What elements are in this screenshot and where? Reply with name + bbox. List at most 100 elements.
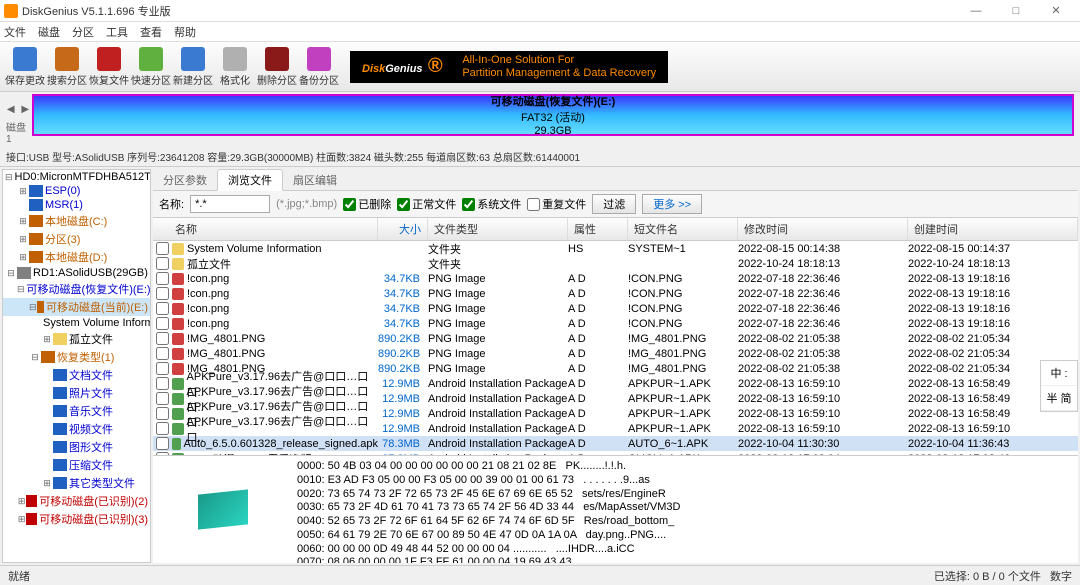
cb-dup[interactable]: 重复文件	[527, 196, 586, 212]
menu-文件[interactable]: 文件	[4, 24, 26, 40]
hex-dump[interactable]: 0000: 50 4B 03 04 00 00 00 00 00 00 21 0…	[293, 456, 1078, 563]
file-row[interactable]: !con.png34.7KBPNG ImageA D!CON.PNG2022-0…	[153, 301, 1078, 316]
menu-查看[interactable]: 查看	[140, 24, 162, 40]
expand-icon[interactable]: ⊟	[5, 172, 13, 183]
file-row[interactable]: !MG_4801.PNG890.2KBPNG ImageA D!MG_4801.…	[153, 331, 1078, 346]
file-checkbox[interactable]	[156, 332, 169, 345]
file-checkbox[interactable]	[156, 422, 169, 435]
file-checkbox[interactable]	[156, 287, 169, 300]
file-row[interactable]: APKPure_v3.17.96去广告@口口…口口..12.9MBAndroid…	[153, 421, 1078, 436]
expand-icon[interactable]: ⊞	[17, 234, 29, 245]
col-mtime[interactable]: 修改时间	[738, 218, 908, 240]
tool-快速分区[interactable]: 快速分区	[130, 44, 172, 90]
tool-删除分区[interactable]: 删除分区	[256, 44, 298, 90]
menu-工具[interactable]: 工具	[106, 24, 128, 40]
cb-system[interactable]: 系统文件	[462, 196, 521, 212]
file-row[interactable]: Auto_6.5.0.601328_release_signed.apk78.3…	[153, 436, 1078, 451]
file-header[interactable]: 名称 大小 文件类型 属性 短文件名 修改时间 创建时间	[153, 218, 1078, 241]
minimize-button[interactable]: —	[956, 0, 996, 22]
ime-btn[interactable]: 半 简	[1041, 386, 1077, 411]
tree-node[interactable]: ⊞本地磁盘(C:)	[3, 212, 150, 230]
tree-node[interactable]: ⊟恢复类型(1)	[3, 348, 150, 366]
tree-node[interactable]: MSR(1)	[3, 198, 150, 212]
col-sname[interactable]: 短文件名	[628, 218, 738, 240]
expand-icon[interactable]: ⊟	[5, 268, 17, 279]
file-row[interactable]: !con.png34.7KBPNG ImageA D!CON.PNG2022-0…	[153, 286, 1078, 301]
nav-arrows-icon[interactable]: ◀ ▶	[7, 104, 31, 115]
tree-node[interactable]: ⊞孤立文件	[3, 330, 150, 348]
tree-node[interactable]: ⊞ESP(0)	[3, 184, 150, 198]
tree-node[interactable]: 图形文件	[3, 438, 150, 456]
tree-node[interactable]: 音乐文件	[3, 402, 150, 420]
cb-deleted[interactable]: 已删除	[343, 196, 391, 212]
tree-node[interactable]: ⊟可移动磁盘(恢复文件)(E:)	[3, 280, 150, 298]
col-ctime[interactable]: 创建时间	[908, 218, 1078, 240]
filter-button[interactable]: 过滤	[592, 194, 636, 214]
file-row[interactable]: !con.png34.7KBPNG ImageA D!CON.PNG2022-0…	[153, 271, 1078, 286]
partition-bar[interactable]: 可移动磁盘(恢复文件)(E:) FAT32 (活动) 29.3GB	[32, 94, 1074, 136]
tree-node[interactable]: 文档文件	[3, 366, 150, 384]
tree-item-icon	[29, 185, 43, 197]
file-checkbox[interactable]	[156, 257, 169, 270]
tree-node[interactable]: ⊟可移动磁盘(当前)(E:)	[3, 298, 150, 316]
menu-帮助[interactable]: 帮助	[174, 24, 196, 40]
file-checkbox[interactable]	[156, 272, 169, 285]
expand-icon[interactable]: ⊞	[17, 186, 29, 197]
maximize-button[interactable]: □	[996, 0, 1036, 22]
file-checkbox[interactable]	[156, 302, 169, 315]
col-attr[interactable]: 属性	[568, 218, 628, 240]
tree-node[interactable]: ⊞其它类型文件	[3, 474, 150, 492]
expand-icon[interactable]: ⊞	[41, 478, 53, 489]
tree-node[interactable]: 视频文件	[3, 420, 150, 438]
expand-icon[interactable]: ⊞	[17, 514, 26, 525]
file-list[interactable]: System Volume Information文件夹HSSYSTEM~120…	[153, 241, 1078, 455]
file-checkbox[interactable]	[156, 347, 169, 360]
file-row[interactable]: !con.png34.7KBPNG ImageA D!CON.PNG2022-0…	[153, 316, 1078, 331]
tree-node[interactable]: ⊞可移动磁盘(已识别)(2)	[3, 492, 150, 510]
expand-icon[interactable]: ⊞	[17, 496, 26, 507]
close-button[interactable]: ✕	[1036, 0, 1076, 22]
more-button[interactable]: 更多 >>	[642, 194, 702, 214]
file-checkbox[interactable]	[156, 437, 169, 450]
filter-pattern-input[interactable]	[190, 195, 270, 213]
disk-nav[interactable]: ◀ ▶ 磁盘 1	[6, 94, 32, 145]
tree-node[interactable]: ⊞可移动磁盘(已识别)(3)	[3, 510, 150, 528]
expand-icon[interactable]: ⊞	[41, 334, 53, 345]
file-checkbox[interactable]	[156, 242, 169, 255]
expand-icon[interactable]: ⊞	[17, 252, 29, 263]
tree-node[interactable]: ⊞分区(3)	[3, 230, 150, 248]
file-row[interactable]: System Volume Information文件夹HSSYSTEM~120…	[153, 241, 1078, 256]
tab-分区参数[interactable]: 分区参数	[153, 170, 217, 190]
expand-icon[interactable]: ⊟	[17, 284, 25, 295]
ime-btn[interactable]: 中 :	[1041, 361, 1077, 386]
file-row[interactable]: !MG_4801.PNG890.2KBPNG ImageA D!MG_4801.…	[153, 346, 1078, 361]
tool-格式化[interactable]: 格式化	[214, 44, 256, 90]
tree-node[interactable]: ⊞本地磁盘(D:)	[3, 248, 150, 266]
tab-浏览文件[interactable]: 浏览文件	[217, 169, 283, 191]
ime-side-tools[interactable]: 中 :半 简	[1040, 360, 1078, 412]
tool-新建分区[interactable]: 新建分区	[172, 44, 214, 90]
tab-扇区编辑[interactable]: 扇区编辑	[283, 170, 347, 190]
tree-node[interactable]: 照片文件	[3, 384, 150, 402]
expand-icon[interactable]: ⊞	[17, 216, 29, 227]
file-ctime: 2022-08-13 19:18:16	[908, 288, 1078, 300]
expand-icon[interactable]: ⊟	[29, 352, 41, 363]
tree-node[interactable]: ⊟RD1:ASolidUSB(29GB)	[3, 266, 150, 280]
tool-备份分区[interactable]: 备份分区	[298, 44, 340, 90]
file-checkbox[interactable]	[156, 317, 169, 330]
tool-搜索分区[interactable]: 搜索分区	[46, 44, 88, 90]
tool-恢复文件[interactable]: 恢复文件	[88, 44, 130, 90]
tree-node[interactable]: System Volume Information	[3, 316, 150, 330]
cb-normal[interactable]: 正常文件	[397, 196, 456, 212]
tree-node[interactable]: ⊟HD0:MicronMTFDHBA512TDV(477GB)	[3, 170, 150, 184]
device-tree[interactable]: ⊟HD0:MicronMTFDHBA512TDV(477GB)⊞ESP(0)MS…	[2, 169, 151, 563]
tool-保存更改[interactable]: 保存更改	[4, 44, 46, 90]
expand-icon[interactable]: ⊟	[29, 302, 37, 313]
tree-node[interactable]: 压缩文件	[3, 456, 150, 474]
menu-分区[interactable]: 分区	[72, 24, 94, 40]
col-size[interactable]: 大小	[378, 218, 428, 240]
col-type[interactable]: 文件类型	[428, 218, 568, 240]
menu-磁盘[interactable]: 磁盘	[38, 24, 60, 40]
col-name[interactable]: 名称	[153, 218, 378, 240]
file-row[interactable]: 孤立文件文件夹2022-10-24 18:18:132022-10-24 18:…	[153, 256, 1078, 271]
